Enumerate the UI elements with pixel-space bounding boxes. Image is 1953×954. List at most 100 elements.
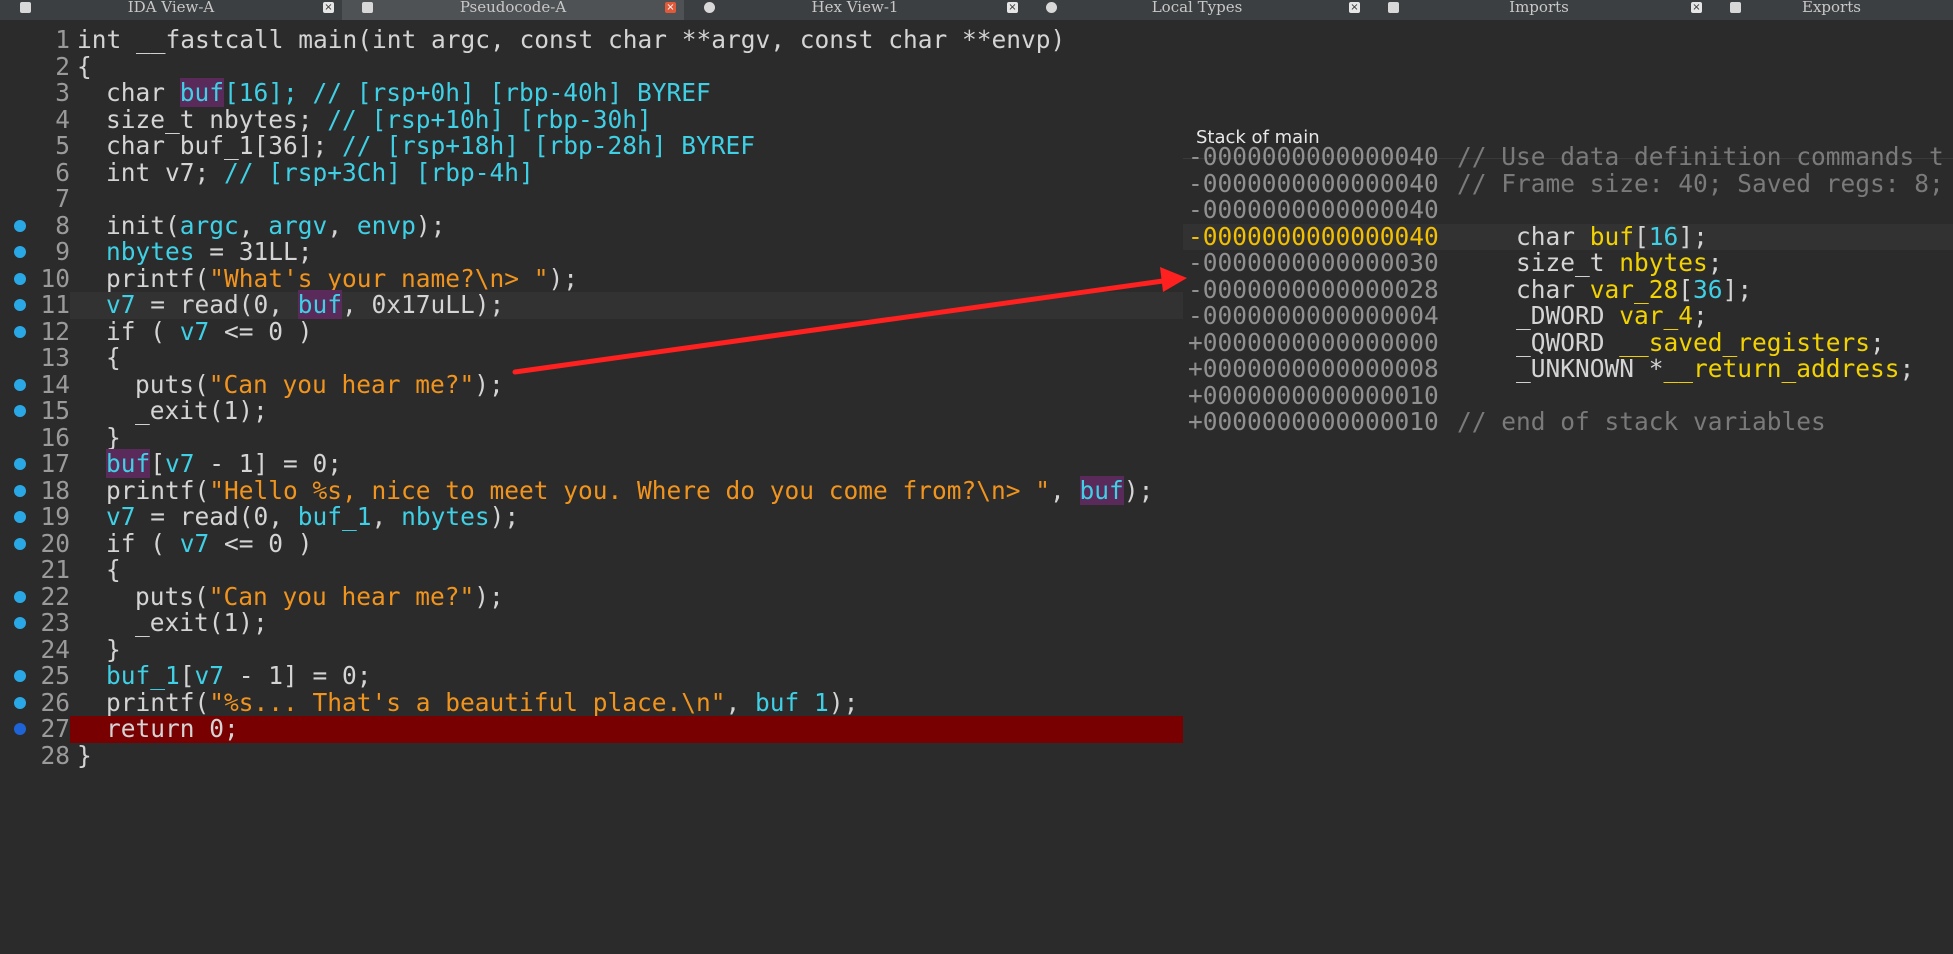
line-gutter[interactable]: 11 [0, 291, 70, 319]
stack-variable-declaration[interactable]: size_t nbytes; [1516, 248, 1723, 277]
code-token[interactable]: // [rsp+3Ch] [rbp-4h] [224, 158, 534, 187]
stack-row[interactable]: -0000000000000040 // Frame size: 40; Save… [1183, 170, 1953, 198]
code-text[interactable]: buf_1[v7 - 1] = 0; [106, 662, 372, 690]
code-token[interactable]: v7 [106, 502, 136, 531]
stack-token[interactable]: __saved_registers [1619, 328, 1870, 357]
code-token[interactable]: argc [180, 211, 239, 240]
stack-token[interactable]: nbytes [1619, 248, 1708, 277]
code-text[interactable]: puts("Can you hear me?"); [135, 583, 504, 611]
pseudocode-view[interactable]: 1 int __fastcall main(int argc, const cha… [0, 20, 1183, 954]
breakpoint-dot-icon[interactable] [14, 405, 26, 418]
tab-hex-view-1[interactable]: Hex View-1 × [684, 0, 1026, 20]
breakpoint-dot-icon[interactable] [14, 723, 26, 736]
line-gutter[interactable]: 25 [0, 662, 70, 690]
code-line[interactable]: 2{ [0, 53, 1183, 80]
code-text[interactable]: { [106, 556, 121, 584]
code-line[interactable]: 14 puts("Can you hear me?"); [0, 371, 1183, 398]
line-gutter[interactable]: 6 [0, 159, 70, 186]
line-gutter[interactable]: 21 [0, 556, 70, 584]
code-token[interactable]: buf_1 [755, 688, 829, 717]
close-tab-icon[interactable]: × [323, 2, 334, 13]
code-text[interactable]: { [106, 344, 121, 372]
tab-exports[interactable]: Exports [1710, 0, 1953, 20]
breakpoint-dot-icon[interactable] [14, 537, 26, 550]
tab-local-types[interactable]: Local Types × [1026, 0, 1368, 20]
code-token[interactable]: buf_1 [298, 502, 372, 531]
code-token[interactable]: buf [106, 449, 151, 478]
code-text[interactable]: buf[v7 - 1] = 0; [106, 449, 342, 478]
stack-variable-declaration[interactable]: char var_28[36]; [1516, 275, 1752, 304]
code-line[interactable]: 24} [0, 636, 1183, 664]
tab-pseudocode-a[interactable]: Pseudocode-A × [342, 0, 684, 20]
tab-ida-view-a[interactable]: IDA View-A × [0, 0, 342, 20]
code-line[interactable]: 28} [0, 742, 1183, 770]
code-token[interactable]: // [rsp+18h] [rbp-28h] BYREF [342, 131, 755, 160]
code-line[interactable]: 21 { [0, 556, 1183, 584]
code-line[interactable]: 20 if ( v7 <= 0 ) [0, 530, 1183, 557]
close-tab-icon[interactable]: × [1349, 2, 1360, 13]
line-gutter[interactable]: 18 [0, 477, 70, 504]
code-text[interactable]: v7 = read(0, buf_1, nbytes); [106, 502, 519, 531]
close-tab-icon[interactable]: × [665, 2, 676, 13]
line-gutter[interactable]: 8 [0, 212, 70, 239]
code-line[interactable]: 4 size_t nbytes; // [rsp+10h] [rbp-30h] [0, 105, 1183, 134]
line-gutter[interactable]: 22 [0, 583, 70, 610]
code-text[interactable]: char buf_1[36]; // [rsp+18h] [rbp-28h] B… [106, 131, 755, 160]
stack-row[interactable]: -0000000000000004 _DWORD var_4; [1183, 301, 1953, 330]
breakpoint-dot-icon[interactable] [14, 378, 26, 391]
line-gutter[interactable]: 17 [0, 450, 70, 478]
line-gutter[interactable]: 23 [0, 609, 70, 637]
code-token[interactable]: nbytes [401, 502, 490, 531]
code-token[interactable]: buf [1079, 475, 1124, 505]
code-line[interactable]: 5 char buf_1[36]; // [rsp+18h] [rbp-28h] … [0, 131, 1183, 160]
line-gutter[interactable]: 27 [0, 715, 70, 743]
stack-variable-declaration[interactable]: char buf[16]; [1516, 222, 1708, 251]
code-line[interactable]: 19 v7 = read(0, buf_1, nbytes); [0, 502, 1183, 531]
code-text[interactable]: v7 = read(0, buf, 0x17uLL); [106, 290, 504, 319]
stack-row[interactable]: -0000000000000040 [1183, 196, 1953, 224]
tab-imports[interactable]: Imports × [1368, 0, 1710, 20]
code-text[interactable]: printf("What's your name?\n> "); [106, 265, 578, 293]
code-line[interactable]: 25 buf_1[v7 - 1] = 0; [0, 662, 1183, 690]
code-token[interactable]: // [rsp+10h] [rbp-30h] [327, 105, 652, 134]
stack-frame-view[interactable]: Stack of main -0000000000000040// Use da… [1183, 20, 1953, 954]
code-token[interactable]: [16]; // [rsp+0h] [rbp-40h] BYREF [224, 78, 711, 107]
code-text[interactable]: if ( v7 <= 0 ) [106, 318, 313, 346]
line-gutter[interactable]: 15 [0, 397, 70, 425]
code-token[interactable]: buf [297, 290, 343, 319]
code-text[interactable]: } [106, 636, 121, 664]
breakpoint-dot-icon[interactable] [14, 219, 26, 232]
code-text[interactable]: init(argc, argv, envp); [106, 211, 445, 240]
breakpoint-dot-icon[interactable] [14, 590, 26, 603]
stack-token[interactable]: buf [1590, 222, 1634, 251]
breakpoint-dot-icon[interactable] [14, 272, 26, 285]
code-line[interactable]: 11 v7 = read(0, buf, 0x17uLL); [0, 290, 1183, 319]
stack-variable-declaration[interactable]: _DWORD var_4; [1516, 301, 1708, 330]
stack-token[interactable]: var_4 [1619, 301, 1693, 330]
code-line[interactable]: 16} [0, 424, 1183, 451]
breakpoint-dot-icon[interactable] [14, 696, 26, 709]
breakpoint-dot-icon[interactable] [14, 325, 26, 338]
breakpoint-dot-icon[interactable] [14, 458, 26, 471]
code-text[interactable]: } [77, 742, 92, 770]
line-gutter[interactable]: 10 [0, 265, 70, 292]
code-line[interactable]: 12 if ( v7 <= 0 ) [0, 318, 1183, 346]
stack-row[interactable]: -0000000000000030 size_t nbytes; [1183, 248, 1953, 277]
code-token[interactable]: v7 [106, 290, 136, 319]
code-line[interactable]: 27 return 0; [0, 715, 1183, 743]
code-line[interactable]: 9 nbytes = 31LL; [0, 237, 1183, 266]
stack-token[interactable]: var_28 [1590, 275, 1679, 304]
breakpoint-dot-icon[interactable] [14, 299, 26, 312]
line-gutter[interactable]: 28 [0, 742, 70, 769]
code-token[interactable]: nbytes [106, 237, 195, 266]
code-line[interactable]: 15 _exit(1); [0, 397, 1183, 425]
line-gutter[interactable]: 14 [0, 371, 70, 398]
code-line[interactable]: 17 buf[v7 - 1] = 0; [0, 449, 1183, 478]
breakpoint-dot-icon[interactable] [14, 670, 26, 683]
line-gutter[interactable]: 20 [0, 530, 70, 557]
breakpoint-dot-icon[interactable] [14, 246, 26, 259]
code-line[interactable]: 8 init(argc, argv, envp); [0, 211, 1183, 240]
line-gutter[interactable]: 9 [0, 238, 70, 266]
line-gutter[interactable]: 3 [0, 79, 70, 107]
code-token[interactable]: buf [179, 78, 225, 107]
